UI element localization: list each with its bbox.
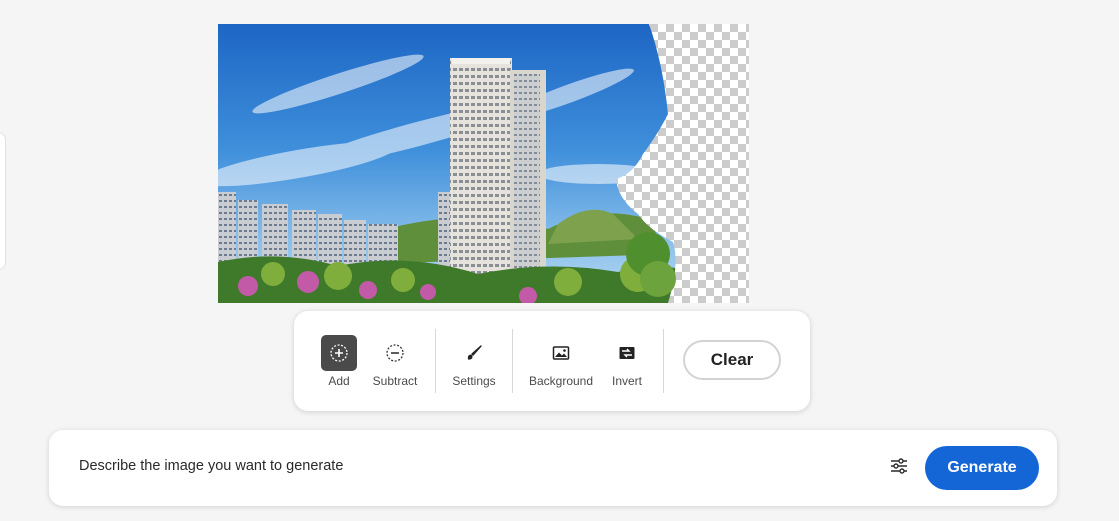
subtract-tool[interactable]: Subtract — [372, 335, 418, 388]
invert-tool-label: Invert — [611, 374, 642, 388]
generate-button[interactable]: Generate — [925, 446, 1039, 490]
sliders-icon — [889, 456, 909, 481]
background-tool[interactable]: Background — [527, 335, 595, 388]
options-button[interactable] — [885, 454, 913, 482]
selection-toolbar: Add Subtract Settings Background Invert … — [294, 311, 810, 411]
toolbar-divider — [435, 329, 436, 393]
settings-tool[interactable]: Settings — [450, 335, 498, 388]
invert-tool[interactable]: Invert — [606, 335, 648, 388]
invert-icon — [609, 335, 645, 371]
background-tool-label: Background — [528, 374, 594, 388]
subtract-tool-label: Subtract — [372, 374, 418, 388]
toolbar-divider — [512, 329, 513, 393]
image-icon — [543, 335, 579, 371]
add-circle-icon — [321, 335, 357, 371]
building-photo — [218, 24, 749, 303]
toolbar-divider — [663, 329, 664, 393]
clear-button[interactable]: Clear — [683, 340, 781, 380]
add-tool[interactable]: Add — [317, 335, 361, 388]
image-canvas[interactable] — [218, 24, 749, 303]
subtract-circle-icon — [377, 335, 413, 371]
prompt-input[interactable]: Describe the image you want to generate — [79, 458, 343, 474]
settings-tool-label: Settings — [452, 374, 496, 388]
brush-icon — [456, 335, 492, 371]
prompt-bar: Describe the image you want to generate … — [49, 430, 1057, 506]
side-panel — [0, 132, 6, 270]
add-tool-label: Add — [328, 374, 350, 388]
